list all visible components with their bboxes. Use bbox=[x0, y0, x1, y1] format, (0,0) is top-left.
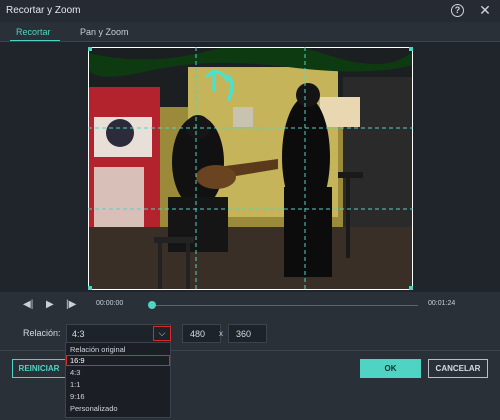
crop-handle-top-right bbox=[409, 47, 413, 51]
crop-handle-top-left bbox=[88, 47, 92, 51]
ratio-option-1-1[interactable]: 1:1 bbox=[66, 379, 170, 390]
ratio-option-custom[interactable]: Personalizado bbox=[66, 403, 170, 414]
window-title: Recortar y Zoom bbox=[6, 5, 81, 16]
total-time: 00:01:24 bbox=[428, 300, 456, 307]
question-circle-icon[interactable]: ? bbox=[451, 4, 464, 17]
close-icon[interactable]: ✕ bbox=[478, 3, 492, 17]
ratio-dropdown-menu: Relación original 16:9 4:3 1:1 9:16 Pers… bbox=[65, 342, 171, 418]
seek-knob[interactable] bbox=[148, 301, 156, 309]
cancel-button[interactable]: CANCELAR bbox=[428, 359, 488, 378]
reset-button[interactable]: REINICIAR bbox=[12, 359, 66, 378]
seek-track[interactable] bbox=[152, 305, 418, 306]
ratio-row: Relación: 4:3 ⌵ 480 x 360 bbox=[0, 322, 500, 344]
ratio-option-16-9[interactable]: 16:9 bbox=[66, 355, 170, 366]
crop-handle-bottom-right bbox=[409, 286, 413, 290]
height-input[interactable]: 360 bbox=[228, 324, 267, 343]
crop-grid[interactable] bbox=[88, 47, 413, 290]
ratio-option-9-16[interactable]: 9:16 bbox=[66, 391, 170, 402]
width-input[interactable]: 480 bbox=[182, 324, 221, 343]
title-bar: Recortar y Zoom ? ✕ bbox=[0, 0, 500, 22]
tab-recortar[interactable]: Recortar bbox=[16, 27, 51, 37]
dimension-separator: x bbox=[219, 329, 223, 338]
ratio-label: Relación: bbox=[23, 328, 61, 338]
ratio-option-4-3[interactable]: 4:3 bbox=[66, 367, 170, 378]
current-time: 00:00:00 bbox=[96, 300, 124, 307]
ratio-option-original[interactable]: Relación original bbox=[66, 344, 170, 355]
step-back-icon[interactable]: ◀| bbox=[23, 299, 33, 310]
ok-button[interactable]: OK bbox=[360, 359, 421, 378]
play-icon[interactable]: ▶ bbox=[46, 299, 54, 310]
tab-pan-y-zoom[interactable]: Pan y Zoom bbox=[80, 27, 129, 37]
ratio-select[interactable]: 4:3 ⌵ bbox=[66, 324, 171, 343]
crop-handle-bottom-left bbox=[88, 286, 92, 290]
chevron-down-icon[interactable]: ⌵ bbox=[153, 326, 171, 341]
playback-bar: ◀| ▶ |▶ 00:00:00 00:01:24 bbox=[0, 296, 500, 314]
step-forward-icon[interactable]: |▶ bbox=[66, 299, 76, 310]
ratio-selected-value: 4:3 bbox=[72, 329, 85, 339]
tab-bar: Recortar Pan y Zoom bbox=[0, 22, 500, 42]
